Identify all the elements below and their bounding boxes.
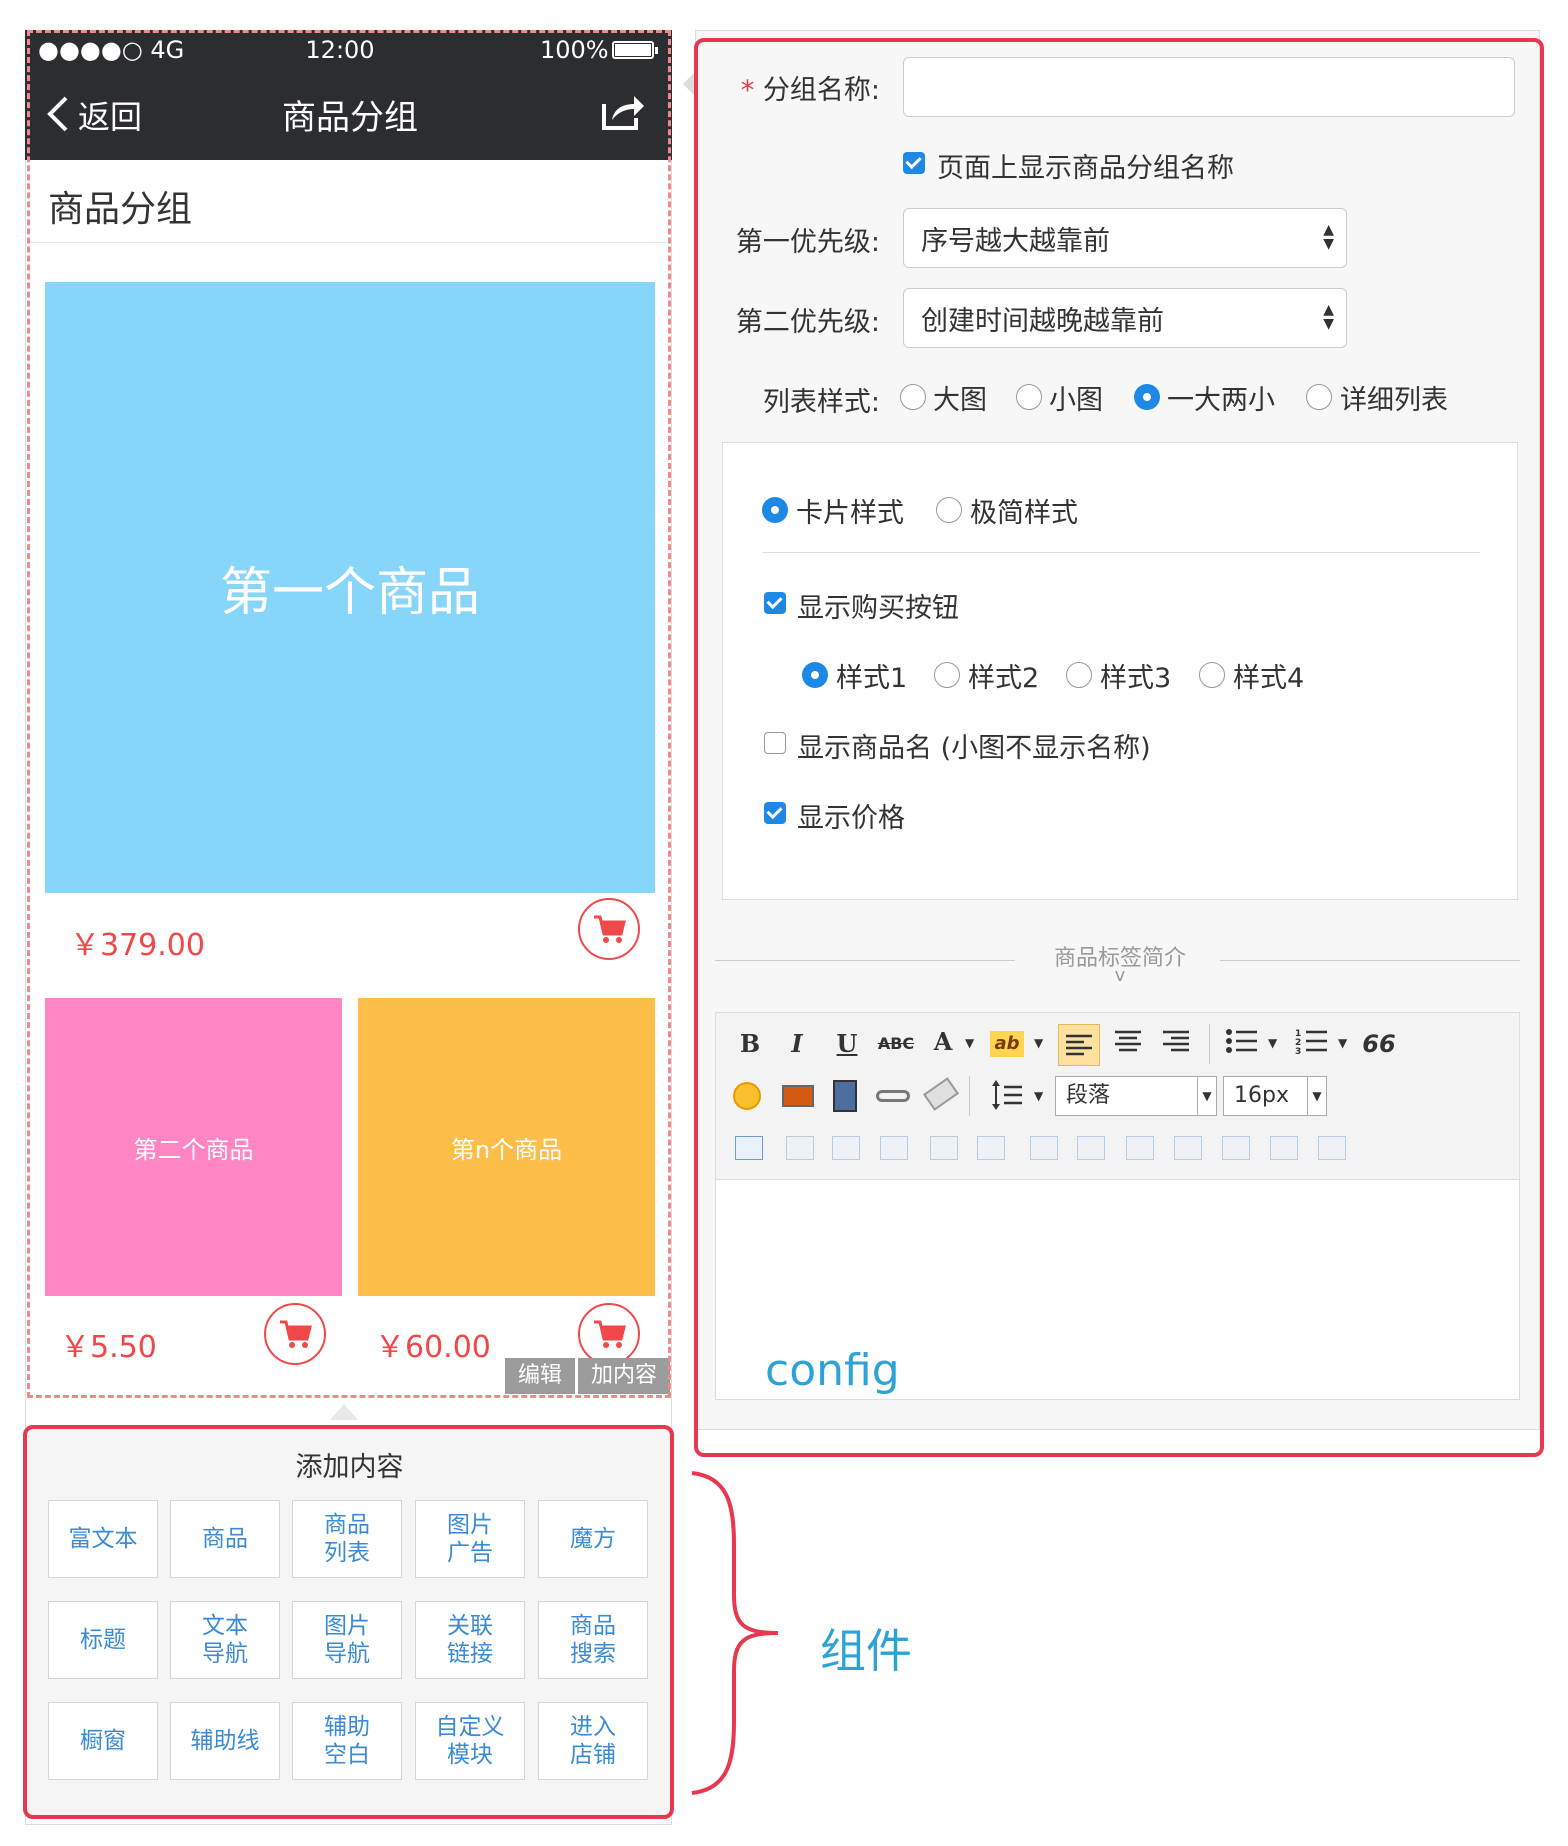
panel-pointer — [330, 1404, 358, 1420]
brace-annotation — [691, 1471, 779, 1795]
components-highlight — [23, 1425, 674, 1819]
components-annotation: 组件 — [820, 1624, 912, 1678]
config-highlight — [694, 38, 1544, 1457]
selected-module-outline — [27, 30, 671, 1398]
